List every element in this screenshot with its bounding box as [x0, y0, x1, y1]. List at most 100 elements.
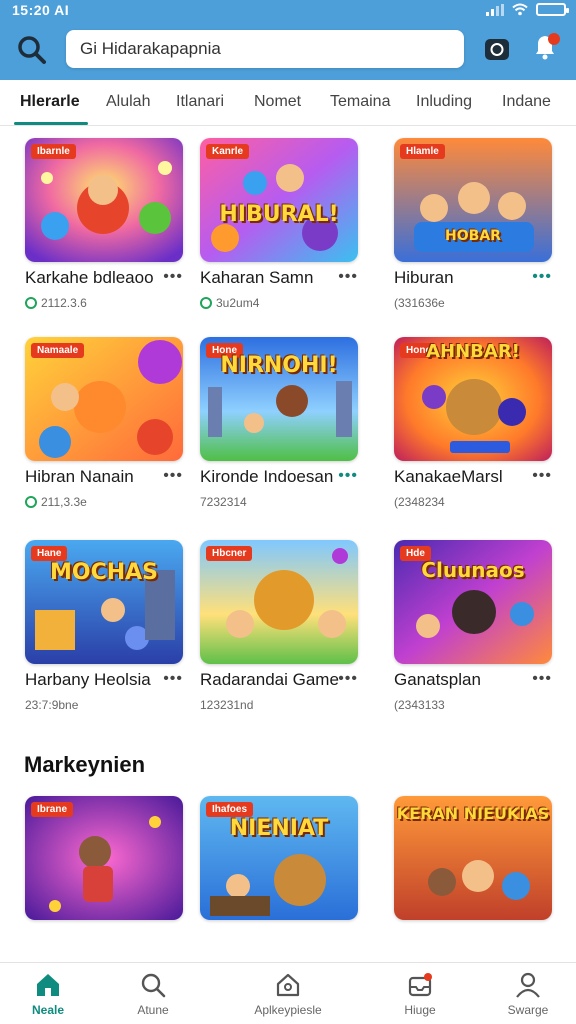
thumbnail-badge: Hlamle: [400, 144, 445, 159]
thumbnail-badge: Ihafoes: [206, 802, 254, 817]
game-card[interactable]: Hde Cluunaos Ganatsplan ••• (2343133: [394, 540, 554, 712]
game-thumbnail[interactable]: KERAN NIEUKIAS: [394, 796, 552, 920]
game-thumbnail[interactable]: Ihafoes NIENIAT: [200, 796, 358, 920]
more-options-icon[interactable]: •••: [532, 268, 552, 286]
card-title: Hiburan: [394, 268, 454, 287]
more-options-icon[interactable]: •••: [163, 268, 183, 286]
search-icon: [141, 973, 166, 998]
card-title: Kaharan Samn: [200, 268, 314, 287]
card-meta: 23:7:9bne: [25, 698, 79, 712]
card-meta: 3u2um4: [200, 296, 259, 310]
bell-icon: [536, 33, 560, 60]
inbox-icon: [408, 973, 432, 997]
tab-hlerarle[interactable]: Hlerarle: [20, 93, 80, 111]
profile-icon: [516, 972, 540, 998]
card-title: Harbany Heolsia: [25, 670, 151, 689]
card-title: Karkahe bdleaoo: [25, 268, 154, 287]
nav-home-label: Neale: [31, 1003, 65, 1017]
more-options-icon[interactable]: •••: [163, 467, 183, 485]
game-thumbnail[interactable]: Hlamle HOBAR: [394, 138, 552, 262]
more-options-icon[interactable]: •••: [338, 467, 358, 485]
download-icon: [25, 297, 37, 309]
thumbnail-title: HIBURAL!: [219, 202, 339, 227]
tab-temaina[interactable]: Temaina: [330, 93, 390, 111]
tab-indane[interactable]: Indane: [502, 93, 551, 111]
thumbnail-badge: Ibrane: [31, 802, 74, 817]
game-card[interactable]: KERAN NIEUKIAS: [394, 796, 554, 920]
nav-home[interactable]: Neale: [3, 971, 93, 1017]
game-thumbnail[interactable]: Kanrle HIBURAL!: [200, 138, 358, 262]
game-thumbnail[interactable]: Hone AHNBAR!: [394, 337, 552, 461]
game-thumbnail[interactable]: Hone NIRNOHI!: [200, 337, 358, 461]
more-options-icon[interactable]: •••: [532, 670, 552, 688]
game-thumbnail[interactable]: Ibrane: [25, 796, 183, 920]
search-input[interactable]: Gi Hidarakapapnia: [66, 30, 464, 68]
search-button[interactable]: [14, 32, 50, 68]
game-thumbnail[interactable]: Namaale: [25, 337, 183, 461]
camera-icon: [485, 39, 509, 60]
game-card[interactable]: Ihafoes NIENIAT: [200, 796, 360, 920]
game-thumbnail[interactable]: Hane MOCHAS: [25, 540, 183, 664]
card-title: Kironde Indoesan: [200, 467, 334, 486]
card-meta: (2348234: [394, 495, 445, 509]
nav-profile[interactable]: Swarge: [483, 971, 573, 1017]
tab-itlanari[interactable]: Itlanari: [176, 93, 224, 111]
game-card[interactable]: Namaale Hibran Nanain ••• 211,3.3e: [25, 337, 185, 509]
card-meta: (2343133: [394, 698, 445, 712]
card-meta-text: 2112.3.6: [41, 296, 87, 310]
section-title: Markeynien: [24, 752, 146, 777]
signal-icon: [486, 3, 504, 16]
tab-alulah[interactable]: Alulah: [106, 93, 150, 111]
thumbnail-title: NIENIAT: [229, 816, 329, 841]
thumbnail-badge: Ibarnle: [31, 144, 76, 159]
game-card[interactable]: Hone AHNBAR! KanakaeMarsl ••• (2348234: [394, 337, 554, 509]
download-icon: [25, 496, 37, 508]
status-bar: 15:20 AI: [0, 0, 576, 22]
game-card[interactable]: Hlamle HOBAR Hiburan ••• (331636e: [394, 138, 554, 310]
status-time: 15:20 AI: [12, 2, 70, 18]
game-card[interactable]: Hbcner Radarandai Game ••• 123231nd: [200, 540, 360, 712]
camera-button[interactable]: [482, 34, 512, 64]
search-icon: [18, 36, 46, 64]
card-title: KanakaeMarsl: [394, 467, 503, 486]
more-options-icon[interactable]: •••: [338, 670, 358, 688]
game-card[interactable]: Kanrle HIBURAL! Kaharan Samn ••• 3u2um4: [200, 138, 360, 310]
nav-profile-label: Swarge: [507, 1003, 549, 1017]
tab-nomet[interactable]: Nomet: [254, 93, 301, 111]
game-thumbnail[interactable]: Ibarnle: [25, 138, 183, 262]
more-options-icon[interactable]: •••: [163, 670, 183, 688]
game-card[interactable]: Ibarnle Karkahe bdleaoo ••• 2112.3.6: [25, 138, 185, 310]
nav-inbox-label: Hiuge: [404, 1003, 436, 1017]
card-meta: 123231nd: [200, 698, 254, 712]
more-options-icon[interactable]: •••: [338, 268, 358, 286]
more-options-icon[interactable]: •••: [532, 467, 552, 485]
nav-inbox[interactable]: Hiuge: [375, 971, 465, 1017]
category-tabs: Hlerarle Alulah Itlanari Nomet Temaina I…: [0, 80, 576, 126]
thumbnail-badge: Kanrle: [206, 144, 250, 159]
thumbnail-badge: Hane: [31, 546, 68, 561]
card-meta: 211,3.3e: [25, 495, 87, 509]
nav-apps[interactable]: Aplkeypiesle: [243, 971, 333, 1017]
card-meta: (331636e: [394, 296, 445, 310]
thumbnail-title: HOBAR: [445, 228, 501, 244]
thumbnail-title: NIRNOHI!: [220, 353, 338, 378]
nav-apps-label: Aplkeypiesle: [254, 1003, 322, 1017]
game-card[interactable]: Hone NIRNOHI! Kironde Indoesan ••• 72323…: [200, 337, 360, 509]
nav-search-label: Atune: [137, 1003, 169, 1017]
game-thumbnail[interactable]: Hde Cluunaos: [394, 540, 552, 664]
download-icon: [200, 297, 212, 309]
notification-button[interactable]: [530, 30, 562, 64]
card-title: Hibran Nanain: [25, 467, 134, 486]
tab-inluding[interactable]: Inluding: [416, 93, 472, 111]
thumbnail-title: AHNBAR!: [426, 341, 520, 362]
game-card[interactable]: Hane MOCHAS Harbany Heolsia ••• 23:7:9bn…: [25, 540, 185, 712]
app-header: 15:20 AI Gi Hidarakapapnia: [0, 0, 576, 80]
card-meta: 7232314: [200, 495, 247, 509]
game-card[interactable]: Ibrane: [25, 796, 185, 920]
home-icon: [37, 974, 59, 996]
status-icons: [486, 3, 569, 16]
game-thumbnail[interactable]: Hbcner: [200, 540, 358, 664]
bottom-navigation: Neale Atune Aplkeypiesle Hiuge Swarge: [0, 962, 576, 1024]
wifi-icon: [512, 3, 528, 16]
nav-search[interactable]: Atune: [108, 971, 198, 1017]
